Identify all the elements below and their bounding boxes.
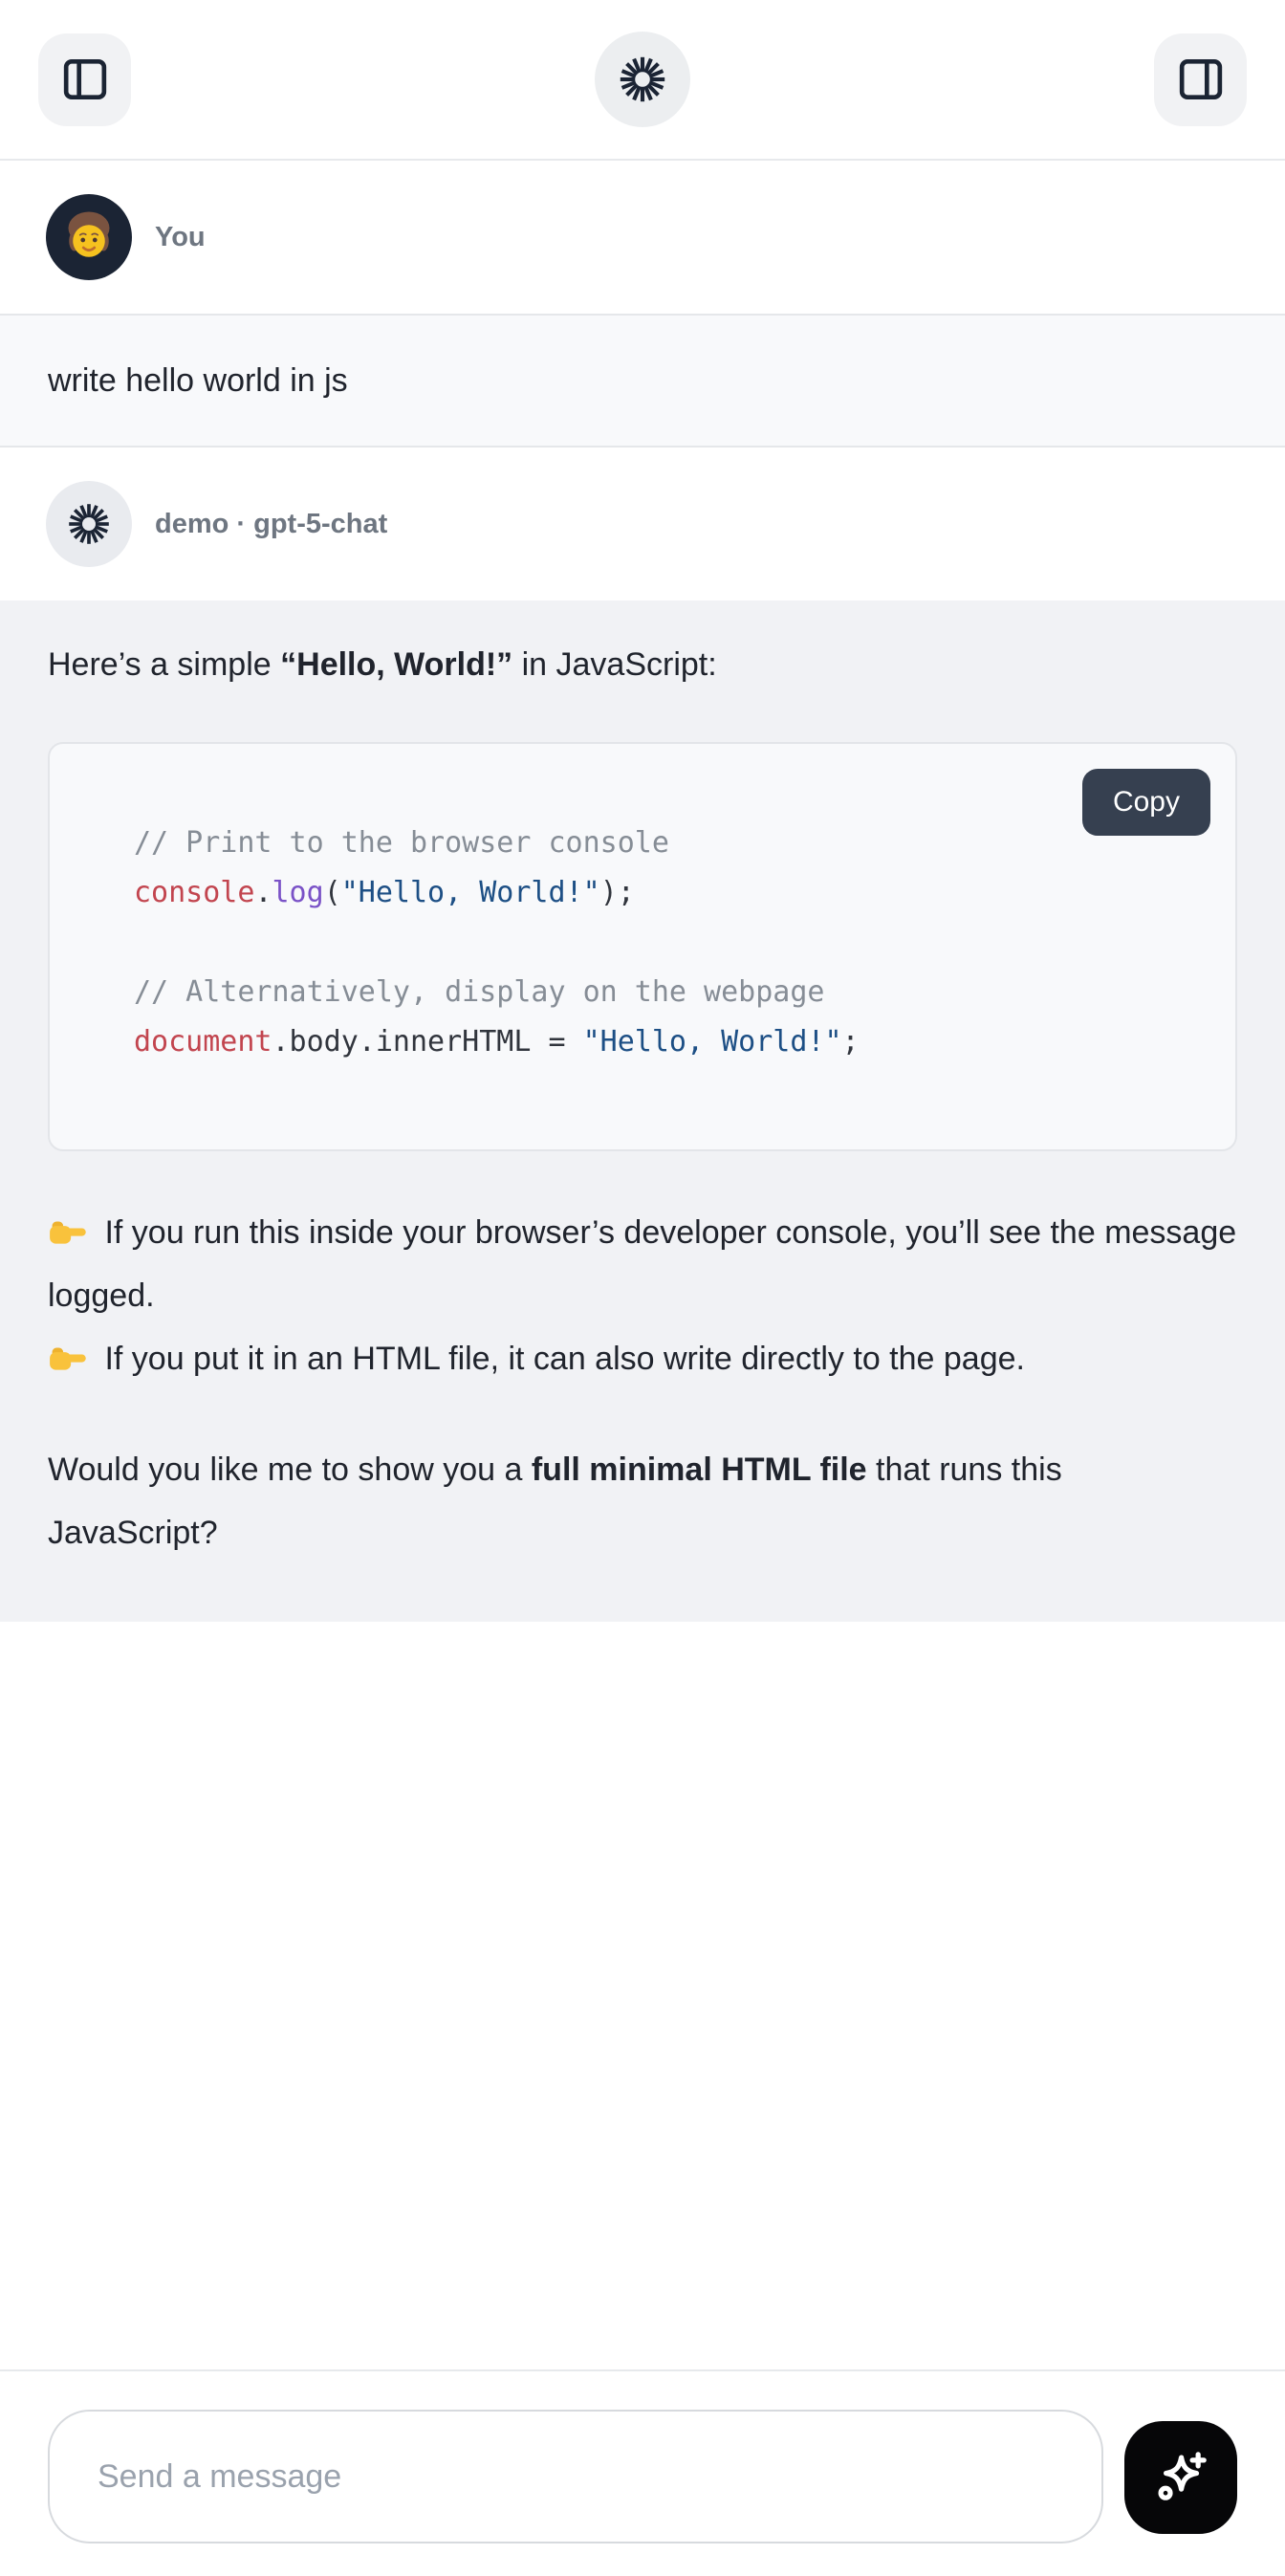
panel-left-icon [58, 53, 112, 106]
starburst-spinner-icon [615, 52, 670, 107]
assistant-intro-text: Here’s a simple “Hello, World!” in JavaS… [48, 643, 1237, 687]
code-block: Copy // Print to the browser consolecons… [48, 742, 1237, 1151]
code-line [134, 918, 1197, 968]
user-message-text: write hello world in js [48, 362, 348, 399]
code-line: // Print to the browser console [134, 819, 1197, 868]
code-line: // Alternatively, display on the webpage [134, 968, 1197, 1017]
user-message-header: You [0, 161, 1285, 314]
app-logo-spinner [595, 32, 690, 127]
send-button[interactable] [1124, 2421, 1237, 2534]
user-author-label: You [155, 222, 206, 253]
chat-empty-area [0, 1622, 1285, 2369]
assistant-note-line: If you put it in an HTML file, it can al… [48, 1327, 1237, 1390]
code-line: document.body.innerHTML = "Hello, World!… [134, 1017, 1197, 1067]
assistant-avatar [46, 481, 132, 567]
assistant-note-line: If you run this inside your browser’s de… [48, 1201, 1237, 1327]
message-input[interactable] [48, 2410, 1103, 2543]
right-panel-toggle-button[interactable] [1154, 33, 1247, 126]
person-emoji-icon [46, 194, 132, 280]
sidebar-toggle-button[interactable] [38, 33, 131, 126]
assistant-notes: If you run this inside your browser’s de… [48, 1201, 1237, 1390]
user-avatar [46, 194, 132, 280]
user-message-bubble: write hello world in js [0, 314, 1285, 448]
assistant-author-label: demo · gpt-5-chat [155, 509, 387, 540]
assistant-message-header: demo · gpt-5-chat [0, 448, 1285, 600]
assistant-question-text: Would you like me to show you a full min… [48, 1438, 1237, 1564]
copy-button[interactable]: Copy [1082, 769, 1210, 836]
assistant-message-bubble: Here’s a simple “Hello, World!” in JavaS… [0, 600, 1285, 1622]
sparkles-icon [1149, 2446, 1212, 2509]
pointing-right-emoji [48, 1337, 88, 1377]
composer-bar [0, 2369, 1285, 2576]
pointing-right-emoji [48, 1211, 88, 1251]
starburst-icon [64, 499, 114, 549]
panel-right-icon [1174, 53, 1228, 106]
top-bar [0, 0, 1285, 161]
code-line: console.log("Hello, World!"); [134, 868, 1197, 918]
code-content: // Print to the browser consoleconsole.l… [134, 819, 1197, 1067]
